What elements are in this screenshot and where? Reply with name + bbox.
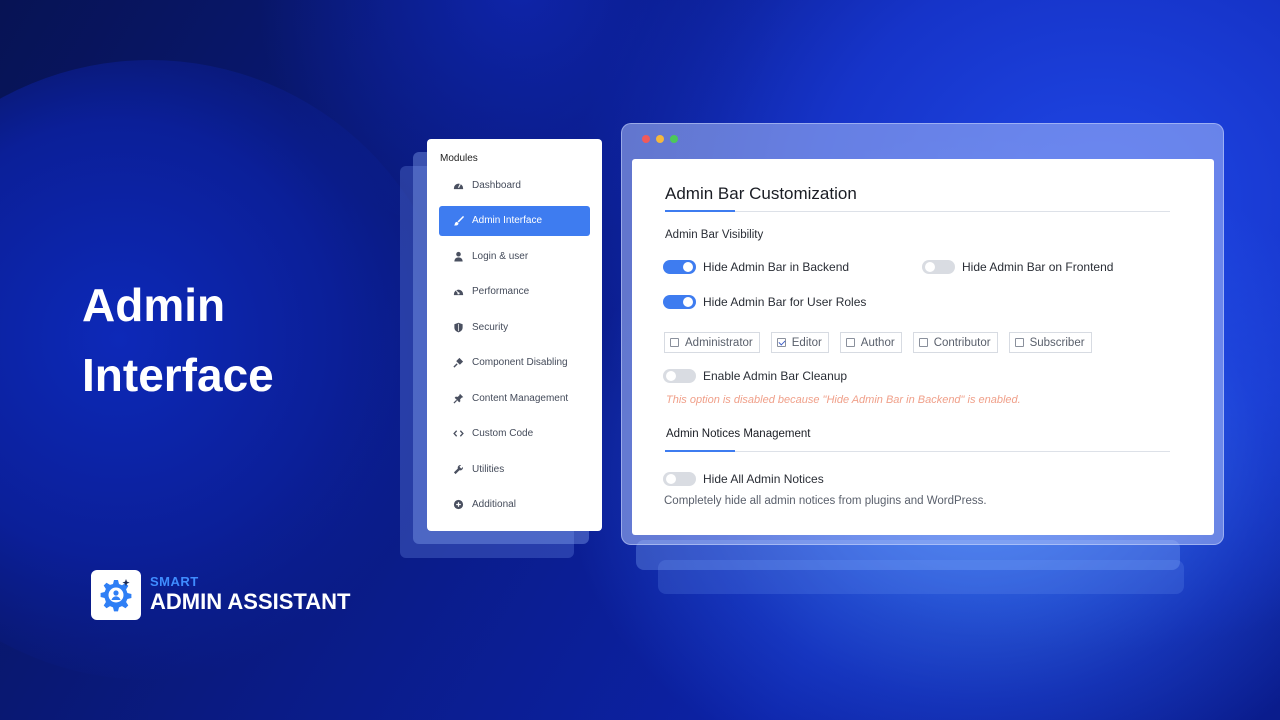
role-checkbox[interactable] (670, 338, 679, 347)
section-title: Admin Bar Customization (665, 184, 857, 203)
sidebar-item-additional[interactable]: Additional (439, 490, 590, 520)
section-divider-accent (665, 210, 735, 212)
sidebar-item-custom-code[interactable]: Custom Code (439, 419, 590, 449)
sidebar-item-login-user[interactable]: Login & user (439, 241, 590, 271)
subsection-divider-accent (665, 450, 735, 452)
logo-mark (91, 570, 141, 620)
sidebar-item-component-disabling[interactable]: Component Disabling (439, 348, 590, 378)
close-dot[interactable] (642, 135, 650, 143)
hide-frontend-toggle[interactable] (922, 260, 955, 274)
sidebar-item-label: Admin Interface (472, 215, 543, 226)
toggle-label: Hide Admin Bar on Frontend (962, 260, 1114, 274)
hide-backend-toggle[interactable] (663, 260, 696, 274)
sidebar-item-label: Content Management (472, 392, 569, 404)
role-subscriber[interactable]: Subscriber (1008, 332, 1092, 353)
paintbrush-icon (453, 215, 464, 226)
sidebar-item-label: Custom Code (472, 428, 534, 439)
role-contributor[interactable]: Contributor (912, 332, 998, 353)
sidebar-item-utilities[interactable]: Utilities (439, 454, 590, 484)
toggle-row-frontend: Hide Admin Bar on Frontend (922, 260, 1113, 274)
hero-title-line: Interface (82, 349, 274, 401)
role-checkbox[interactable] (918, 338, 928, 347)
role-administrator[interactable]: Administrator (664, 332, 760, 353)
toggle-row-backend: Hide Admin Bar in Backend (663, 260, 849, 274)
hero-title: Admin Interface (82, 270, 382, 410)
notices-description: Completely hide all admin notices from p… (664, 495, 987, 507)
role-label: Administrator (685, 336, 753, 349)
role-checkbox[interactable] (845, 338, 855, 347)
sidebar-item-security[interactable]: Security (439, 312, 590, 342)
toggle-label: Hide Admin Bar for User Roles (703, 295, 867, 309)
sidebar-item-admin-interface[interactable]: Admin Interface (439, 205, 590, 236)
settings-window: Admin Bar Customization Admin Bar Visibi… (621, 123, 1224, 545)
logo-big-text: ADMIN ASSISTANT (150, 589, 351, 614)
toggle-label: Hide All Admin Notices (703, 472, 824, 486)
role-label: Editor (791, 336, 822, 349)
sidebar-item-label: Additional (472, 499, 516, 510)
wrench-icon (453, 464, 463, 474)
maximize-dot[interactable] (670, 135, 678, 143)
brand-logo: SMART ADMIN ASSISTANT (91, 570, 350, 620)
hide-roles-toggle[interactable] (663, 295, 696, 309)
gear-user-icon (100, 579, 132, 612)
plus-circle-icon (453, 499, 464, 510)
sidebar-item-label: Performance (472, 286, 530, 297)
sidebar-item-label: Component Disabling (472, 357, 568, 368)
speedometer-icon (453, 289, 464, 296)
pin-icon (453, 393, 464, 404)
gauge-icon (453, 183, 464, 189)
shield-icon (454, 322, 463, 332)
sidebar-title: Modules (440, 153, 478, 164)
section-divider (665, 211, 1170, 212)
role-label: Author (860, 336, 895, 349)
sidebar-item-label: Utilities (472, 463, 505, 475)
role-label: Contributor (933, 336, 991, 349)
user-icon (454, 251, 463, 262)
role-label: Subscriber (1029, 336, 1085, 349)
subsection-title: Admin Notices Management (666, 428, 811, 440)
toggle-label: Enable Admin Bar Cleanup (703, 369, 848, 383)
sidebar-item-content-management[interactable]: Content Management (439, 383, 590, 413)
logo-small-text: SMART (150, 574, 199, 589)
disabled-warning: This option is disabled because "Hide Ad… (666, 394, 1021, 406)
code-icon (453, 430, 464, 437)
plug-icon (453, 357, 464, 368)
hero-title-line: Admin (82, 279, 226, 331)
toggle-label: Hide Admin Bar in Backend (703, 260, 850, 274)
role-checkbox[interactable] (1014, 338, 1024, 347)
sidebar-item-label: Dashboard (472, 179, 521, 191)
toggle-row-cleanup: Enable Admin Bar Cleanup (663, 369, 847, 383)
minimize-dot[interactable] (656, 135, 664, 143)
visibility-label: Admin Bar Visibility (665, 229, 764, 241)
sidebar-item-performance[interactable]: Performance (439, 277, 590, 307)
hide-notices-toggle[interactable] (663, 472, 696, 486)
toggle-row-roles: Hide Admin Bar for User Roles (663, 295, 866, 309)
subsection-divider (665, 451, 1170, 452)
toggle-row-notices: Hide All Admin Notices (663, 472, 824, 486)
modules-sidebar: Modules Dashboard Admin Interface Login … (427, 139, 602, 531)
role-editor[interactable]: Editor (770, 332, 829, 353)
sidebar-item-dashboard[interactable]: Dashboard (439, 170, 590, 200)
window-controls (642, 135, 678, 143)
user-roles-list: Administrator Editor Author Contributor … (664, 332, 1092, 353)
sidebar-item-label: Security (472, 321, 509, 333)
role-author[interactable]: Author (839, 332, 902, 353)
role-checkbox[interactable] (776, 338, 786, 347)
cleanup-toggle[interactable] (663, 369, 696, 383)
sidebar-item-label: Login & user (472, 250, 529, 262)
settings-panel: Admin Bar Customization Admin Bar Visibi… (632, 159, 1214, 535)
